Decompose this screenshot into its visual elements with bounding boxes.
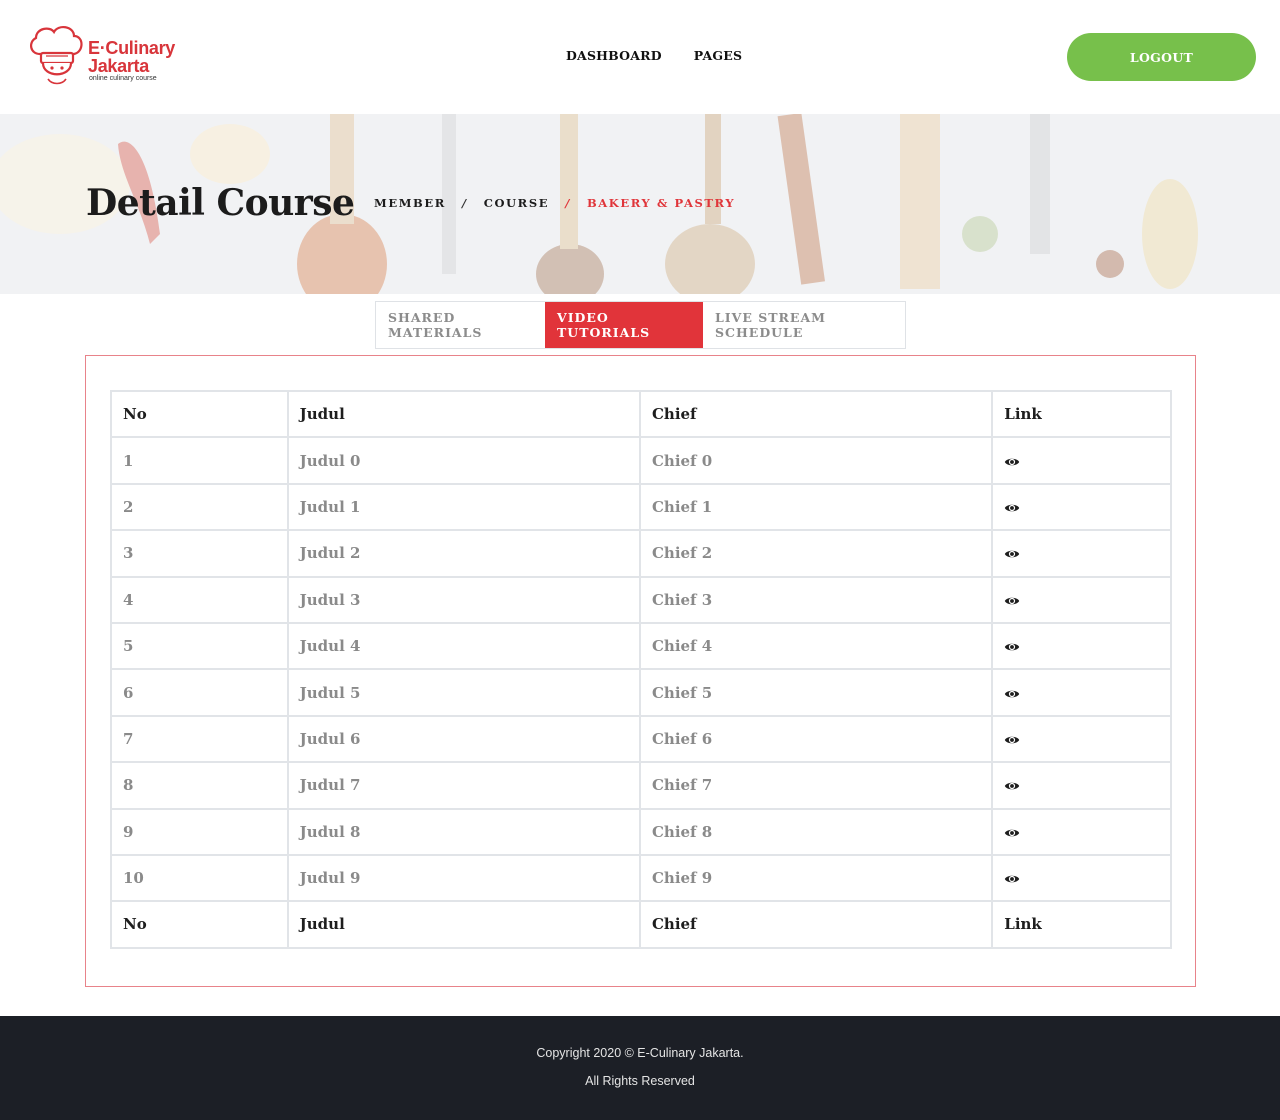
table-row: 1 Judul 0 Chief 0: [110, 436, 1172, 485]
cell-link: [991, 436, 1172, 485]
breadcrumb-course[interactable]: COURSE: [484, 196, 549, 210]
course-tabs: SHARED MATERIALS VIDEO TUTORIALS LIVE ST…: [375, 301, 906, 349]
cell-judul: Judul 3: [286, 575, 641, 624]
chef-hat-icon: [30, 26, 83, 85]
cell-judul: Judul 1: [286, 482, 641, 532]
tab-video-tutorials[interactable]: VIDEO TUTORIALS: [545, 302, 703, 348]
cell-link: [991, 714, 1172, 764]
cell-link: [991, 807, 1172, 856]
logout-button[interactable]: LOGOUT: [1067, 33, 1256, 81]
column-header-chief: Chief: [638, 389, 994, 439]
cell-link: [991, 529, 1172, 578]
cell-chief: Chief 8: [638, 807, 994, 856]
table-row: 2 Judul 1 Chief 1: [110, 482, 1172, 532]
footer-copyright: Copyright 2020 © E-Culinary Jakarta.: [536, 1046, 744, 1060]
cell-link: [991, 853, 1172, 903]
cell-no: 4: [110, 575, 289, 624]
cell-judul: Judul 9: [286, 853, 641, 903]
table-row: 5 Judul 4 Chief 4: [110, 621, 1172, 671]
eye-icon[interactable]: [1004, 688, 1020, 700]
column-header-no: No: [110, 389, 289, 439]
top-header: E·Culinary Jakarta online culinary cours…: [0, 0, 1280, 114]
main-nav: DASHBOARD PAGES: [566, 48, 742, 63]
page-footer: Copyright 2020 © E-Culinary Jakarta. All…: [0, 1016, 1280, 1120]
column-header-judul: Judul: [286, 389, 641, 439]
cell-no: 8: [110, 761, 289, 810]
cell-judul: Judul 7: [286, 761, 641, 810]
eye-icon[interactable]: [1004, 595, 1020, 607]
cell-judul: Judul 8: [286, 807, 641, 856]
cell-no: 10: [110, 853, 289, 903]
cell-link: [991, 621, 1172, 671]
cell-chief: Chief 5: [638, 668, 994, 717]
cell-link: [991, 761, 1172, 810]
eye-icon[interactable]: [1004, 734, 1020, 746]
column-footer-chief: Chief: [638, 900, 994, 949]
table-row: 4 Judul 3 Chief 3: [110, 575, 1172, 624]
breadcrumb-member[interactable]: MEMBER: [374, 196, 446, 210]
breadcrumb-current: BAKERY & PASTRY: [586, 196, 736, 210]
cell-chief: Chief 0: [638, 436, 994, 485]
page-banner: Detail Course MEMBER / COURSE / BAKERY &…: [0, 114, 1280, 294]
breadcrumb-separator: /: [565, 196, 571, 210]
page-title: Detail Course: [86, 182, 355, 224]
eye-icon[interactable]: [1004, 780, 1020, 792]
cell-no: 7: [110, 714, 289, 764]
table-row: 7 Judul 6 Chief 6: [110, 714, 1172, 764]
table-footer-row: No Judul Chief Link: [110, 900, 1172, 949]
cell-chief: Chief 9: [638, 853, 994, 903]
cell-no: 1: [110, 436, 289, 485]
table-row: 9 Judul 8 Chief 8: [110, 807, 1172, 856]
breadcrumb: MEMBER / COURSE / BAKERY & PASTRY: [374, 196, 735, 210]
cell-chief: Chief 2: [638, 529, 994, 578]
table-header-row: No Judul Chief Link: [110, 389, 1172, 439]
tab-shared-materials[interactable]: SHARED MATERIALS: [376, 302, 545, 348]
cell-judul: Judul 4: [286, 621, 641, 671]
table-row: 10 Judul 9 Chief 9: [110, 853, 1172, 903]
eye-icon[interactable]: [1004, 502, 1020, 514]
table-row: 8 Judul 7 Chief 7: [110, 761, 1172, 810]
cell-no: 9: [110, 807, 289, 856]
cell-link: [991, 668, 1172, 717]
column-footer-link: Link: [991, 900, 1172, 949]
brand-logo[interactable]: E·Culinary Jakarta online culinary cours…: [28, 24, 188, 88]
video-tutorials-table: No Judul Chief Link 1 Judul 0 Chief 0 2 Judu…: [110, 389, 1172, 949]
cell-link: [991, 575, 1172, 624]
nav-dashboard[interactable]: DASHBOARD: [566, 48, 662, 63]
brand-name-line2: Jakarta: [88, 56, 149, 76]
cell-judul: Judul 2: [286, 529, 641, 578]
tab-live-stream-schedule[interactable]: LIVE STREAM SCHEDULE: [703, 302, 905, 348]
column-header-link: Link: [991, 389, 1172, 439]
cell-no: 2: [110, 482, 289, 532]
column-footer-judul: Judul: [286, 900, 641, 949]
eye-icon[interactable]: [1004, 456, 1020, 468]
cell-chief: Chief 7: [638, 761, 994, 810]
footer-rights: All Rights Reserved: [585, 1074, 695, 1088]
nav-pages[interactable]: PAGES: [694, 48, 742, 63]
cell-judul: Judul 6: [286, 714, 641, 764]
cell-no: 3: [110, 529, 289, 578]
eye-icon[interactable]: [1004, 641, 1020, 653]
brand-tagline: online culinary course: [89, 75, 157, 82]
cell-judul: Judul 5: [286, 668, 641, 717]
cell-chief: Chief 6: [638, 714, 994, 764]
column-footer-no: No: [110, 900, 289, 949]
breadcrumb-separator: /: [461, 196, 468, 210]
cell-link: [991, 482, 1172, 532]
video-tutorials-panel: No Judul Chief Link 1 Judul 0 Chief 0 2 Judu…: [85, 355, 1196, 987]
cell-judul: Judul 0: [286, 436, 641, 485]
table-row: 3 Judul 2 Chief 2: [110, 529, 1172, 578]
table-body: 1 Judul 0 Chief 0 2 Judul 1 Chief 1 3 Judul 2 Ch…: [110, 436, 1172, 903]
cell-chief: Chief 1: [638, 482, 994, 532]
cell-no: 6: [110, 668, 289, 717]
eye-icon[interactable]: [1004, 873, 1020, 885]
table-row: 6 Judul 5 Chief 5: [110, 668, 1172, 717]
cell-chief: Chief 4: [638, 621, 994, 671]
eye-icon[interactable]: [1004, 827, 1020, 839]
eye-icon[interactable]: [1004, 548, 1020, 560]
cell-chief: Chief 3: [638, 575, 994, 624]
cell-no: 5: [110, 621, 289, 671]
